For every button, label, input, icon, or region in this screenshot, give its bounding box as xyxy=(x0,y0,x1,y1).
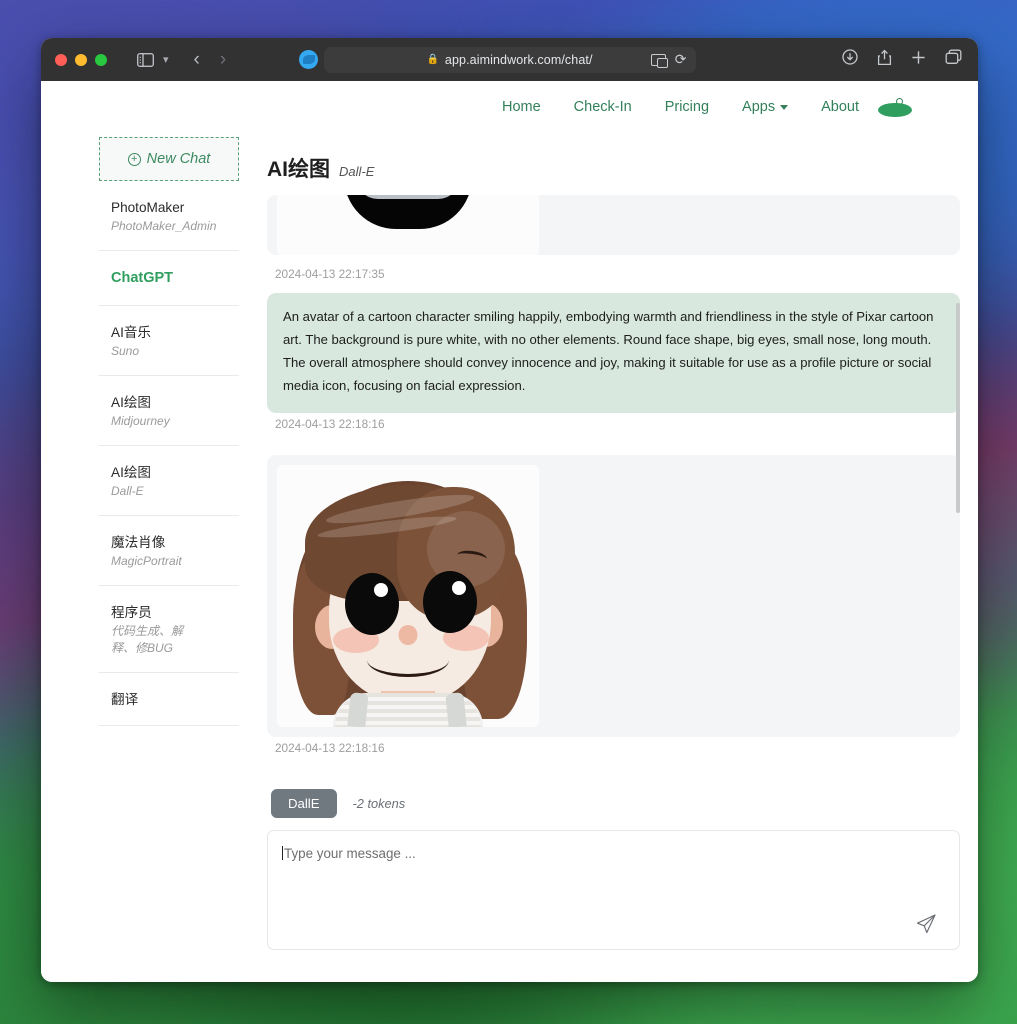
sidebar-item-name: ChatGPT xyxy=(111,270,174,287)
sidebar-item-ai-draw-midjourney[interactable]: AI绘图 Midjourney xyxy=(99,376,239,446)
window-controls xyxy=(55,53,107,66)
avatar-eye-left xyxy=(345,572,399,635)
nav-item-apps[interactable]: Apps xyxy=(742,99,789,115)
message-scroll-area[interactable]: 2024-04-13 22:17:35 An avatar of a carto… xyxy=(267,195,960,773)
sidebar-item-sub: MagicPortrait xyxy=(111,554,182,569)
nav-item-about[interactable]: About xyxy=(821,99,859,115)
new-tab-icon[interactable] xyxy=(911,50,926,70)
chat-title-main: AI绘图 xyxy=(267,158,330,181)
sidebar-item-name: AI绘图 xyxy=(111,394,152,410)
sidebar-item-name: 翻译 xyxy=(111,691,139,707)
url-text: app.aimindwork.com/chat/ xyxy=(444,52,593,67)
plus-circle-icon: + xyxy=(127,152,141,166)
message-composer: DallE -2 tokens Type your message ... xyxy=(267,773,960,950)
sidebar-item-ai-draw-dalle[interactable]: AI绘图 Dall-E xyxy=(99,446,239,517)
avatar-strap-left xyxy=(347,691,369,727)
user-account-icon[interactable] xyxy=(878,98,912,117)
chat-title-model: Dall-E xyxy=(339,164,375,179)
generated-image[interactable] xyxy=(277,464,539,727)
sidebar-item-programmer[interactable]: 程序员 代码生成、解释、修BUG xyxy=(99,586,239,673)
message-timestamp: 2024-04-13 22:17:35 xyxy=(275,267,385,281)
avatar-illustration xyxy=(277,465,539,727)
tab-overview-icon[interactable] xyxy=(945,49,962,70)
model-badge[interactable]: DallE xyxy=(271,789,337,818)
text-cursor xyxy=(282,846,283,860)
sidebar-item-ai-music[interactable]: AI音乐 Suno xyxy=(99,306,239,376)
site-navigation: Home Check-In Pricing Apps About xyxy=(41,81,978,133)
minimize-window-button[interactable] xyxy=(75,53,87,66)
avatar-eye-right xyxy=(423,570,477,633)
browser-window: ▾ ‹ › 🔒 app.aimindwork.com/chat/ ⟳ Home … xyxy=(41,38,978,982)
sidebar-item-sub: PhotoMaker_Admin xyxy=(111,219,217,234)
sidebar-item-sub: Dall-E xyxy=(111,483,144,498)
download-icon[interactable] xyxy=(842,49,858,70)
address-bar-actions: ⟳ xyxy=(650,51,687,68)
back-arrow-icon[interactable]: ‹ xyxy=(194,50,200,69)
chevron-down-icon xyxy=(780,104,789,110)
sidebar-item-sub: 代码生成、解释、修BUG xyxy=(111,624,184,655)
chat-sidebar: + New Chat PhotoMaker PhotoMaker_Admin C… xyxy=(41,133,261,982)
avatar-strap-right xyxy=(445,691,467,727)
avatar-smile xyxy=(367,643,449,677)
nav-arrows: ‹ › xyxy=(194,50,227,69)
forward-arrow-icon[interactable]: › xyxy=(220,50,226,69)
avatar-nose xyxy=(398,624,418,645)
close-window-button[interactable] xyxy=(55,53,67,66)
sidebar-item-chatgpt[interactable]: ChatGPT xyxy=(99,251,239,306)
message-image-bubble xyxy=(267,454,960,737)
sidebar-item-name: PhotoMaker xyxy=(111,200,185,215)
message-input[interactable]: Type your message ... xyxy=(267,830,960,950)
generated-image-partial[interactable] xyxy=(277,195,539,255)
sidebar-item-photomaker[interactable]: PhotoMaker PhotoMaker_Admin xyxy=(99,181,239,252)
nav-item-home[interactable]: Home xyxy=(502,99,541,115)
message-input-placeholder: Type your message ... xyxy=(284,846,416,861)
web-page: Home Check-In Pricing Apps About + New C… xyxy=(41,81,978,982)
chat-panel: AI绘图 Dall-E 2024-04-13 22:17:35 An avata… xyxy=(261,133,978,982)
sidebar-item-name: AI音乐 xyxy=(111,324,152,340)
token-cost-label: -2 tokens xyxy=(352,796,406,811)
share-icon[interactable] xyxy=(877,49,892,71)
new-chat-button[interactable]: + New Chat xyxy=(99,137,239,181)
lock-icon: 🔒 xyxy=(426,54,439,65)
message-timestamp: 2024-04-13 22:18:16 xyxy=(275,740,385,755)
chevron-down-icon[interactable]: ▾ xyxy=(163,53,169,66)
sidebar-item-translate[interactable]: 翻译 xyxy=(99,673,239,726)
avatar-mouth-shape xyxy=(344,195,472,229)
address-bar[interactable]: 🔒 app.aimindwork.com/chat/ ⟳ xyxy=(323,46,696,73)
sidebar-item-name: 程序员 xyxy=(111,605,152,621)
account-status-badge xyxy=(878,103,912,117)
translate-icon[interactable] xyxy=(650,53,668,68)
toolbar-right-actions xyxy=(842,49,962,71)
message-text-bubble: An avatar of a cartoon character smiling… xyxy=(267,293,960,413)
page-title: AI绘图 Dall-E xyxy=(267,133,960,195)
reload-icon[interactable]: ⟳ xyxy=(675,51,687,68)
sidebar-item-sub: Midjourney xyxy=(111,413,170,428)
send-paper-plane-icon[interactable] xyxy=(915,913,937,935)
sidebar-item-name: 魔法肖像 xyxy=(111,535,166,551)
maximize-window-button[interactable] xyxy=(95,53,107,66)
message-scrollbar[interactable] xyxy=(956,303,960,513)
sidebar-item-magic-portrait[interactable]: 魔法肖像 MagicPortrait xyxy=(99,516,239,587)
browser-toolbar: ▾ ‹ › 🔒 app.aimindwork.com/chat/ ⟳ xyxy=(41,38,978,81)
message-timestamp: 2024-04-13 22:18:16 xyxy=(275,416,385,431)
new-chat-label: New Chat xyxy=(146,151,211,167)
sidebar-item-sub: Suno xyxy=(111,343,140,358)
message-image-bubble-partial xyxy=(267,195,960,255)
nav-item-pricing[interactable]: Pricing xyxy=(665,99,709,115)
sidebar-item-name: AI绘图 xyxy=(111,464,152,480)
page-content: + New Chat PhotoMaker PhotoMaker_Admin C… xyxy=(41,133,978,982)
sidebar-toggle-icon[interactable] xyxy=(137,52,154,67)
composer-header: DallE -2 tokens xyxy=(267,789,960,830)
nav-item-apps-label: Apps xyxy=(742,99,776,115)
globe-extension-icon[interactable] xyxy=(299,50,319,69)
nav-item-check-in[interactable]: Check-In xyxy=(574,99,632,115)
